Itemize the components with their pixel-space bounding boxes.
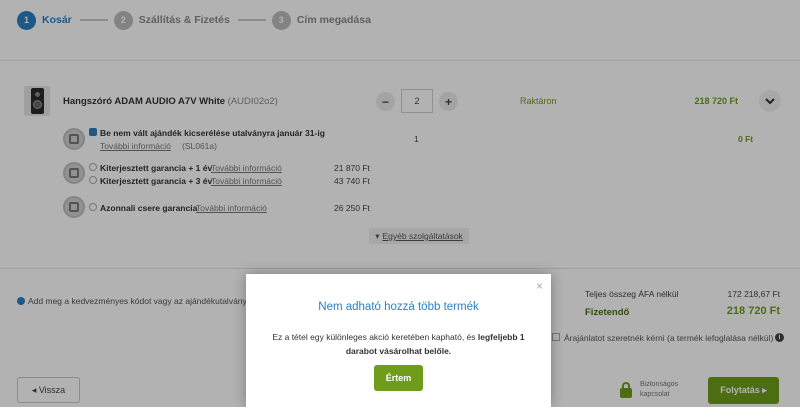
modal-title: Nem adható hozzá több termék [318, 301, 479, 313]
close-icon[interactable]: × [536, 279, 543, 293]
modal-message-text: Ez a tétel egy különleges akció keretébe… [272, 332, 478, 342]
limit-modal: × Nem adható hozzá több termék Ez a téte… [246, 274, 551, 407]
modal-message: Ez a tétel egy különleges akció keretébe… [256, 330, 541, 358]
ok-button[interactable]: Értem [374, 365, 423, 391]
